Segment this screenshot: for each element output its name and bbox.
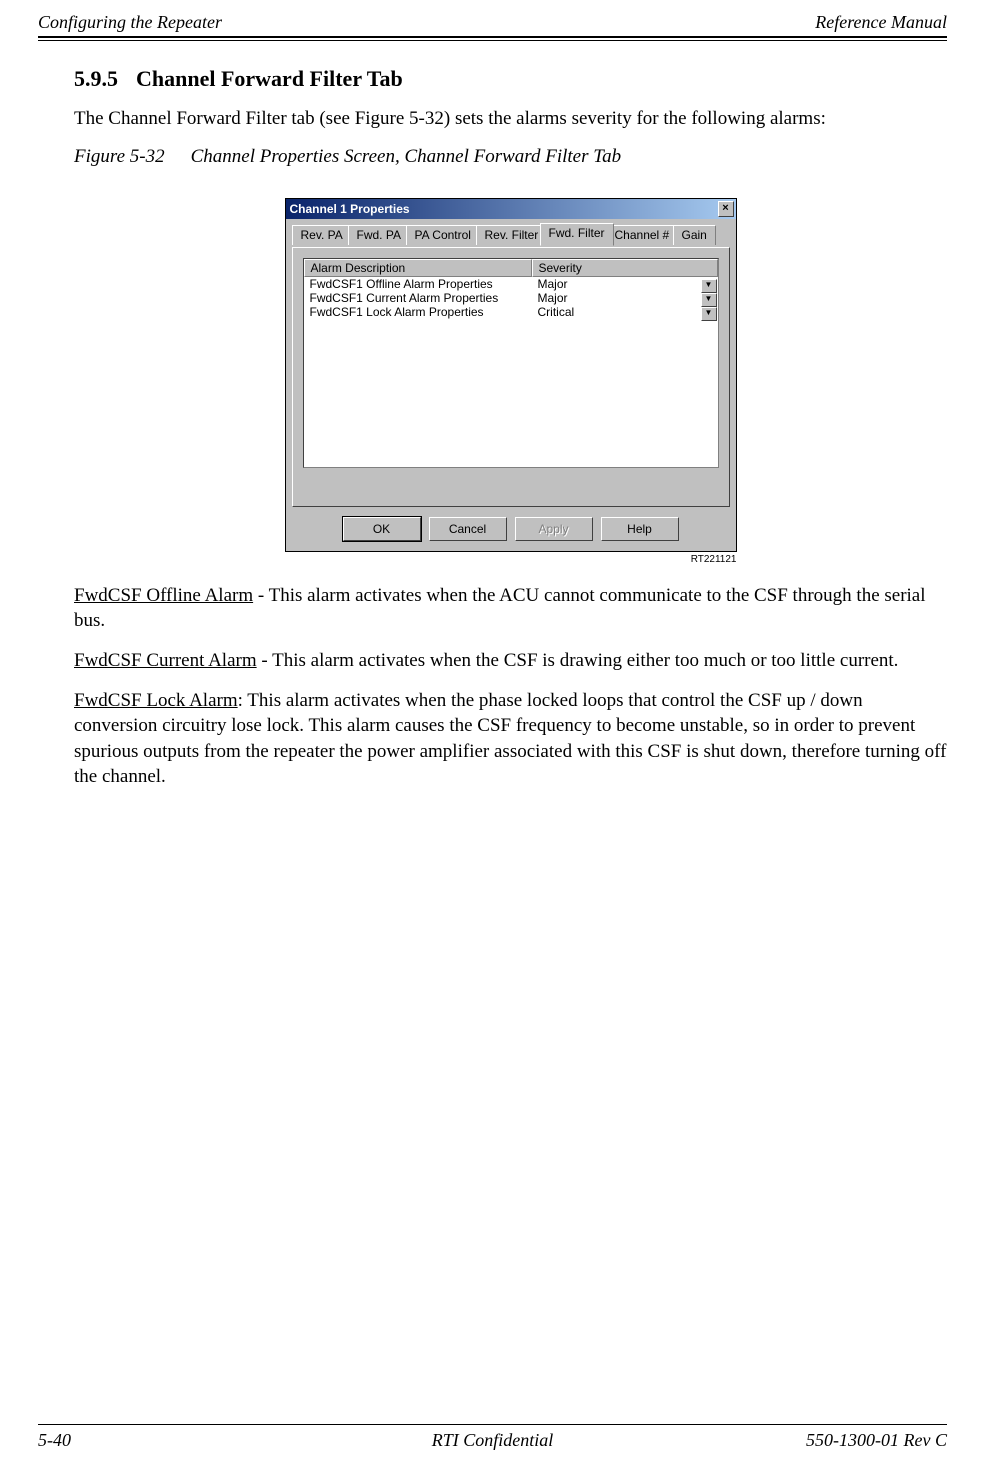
term-text: - This alarm activates when the CSF is d… <box>257 650 899 671</box>
list-item[interactable]: FwdCSF1 Offline Alarm Properties Major <box>304 277 718 291</box>
cancel-button[interactable]: Cancel <box>429 517 507 541</box>
dialog-title: Channel 1 Properties <box>290 202 410 216</box>
dialog-button-row: OK Cancel Apply Help <box>286 513 736 551</box>
cell-severity: Critical <box>538 305 718 319</box>
term-underline: FwdCSF Offline Alarm <box>74 585 253 606</box>
tab-label: Fwd. PA <box>357 228 401 242</box>
term-underline: FwdCSF Lock Alarm <box>74 690 238 711</box>
severity-dropdown-buttons: ▼ ▼ ▼ <box>701 279 717 321</box>
dialog-wrap: Channel 1 Properties × Rev. PA Fwd. PA P… <box>285 198 737 565</box>
chevron-down-icon[interactable]: ▼ <box>701 279 717 293</box>
cell-severity: Major <box>538 291 718 305</box>
header-right: Reference Manual <box>815 12 947 33</box>
tab-pa-control[interactable]: PA Control <box>406 225 480 245</box>
tab-gain[interactable]: Gain <box>673 225 716 245</box>
term-underline: FwdCSF Current Alarm <box>74 650 257 671</box>
col-header-description[interactable]: Alarm Description <box>304 259 532 277</box>
list-item[interactable]: FwdCSF1 Lock Alarm Properties Critical <box>304 305 718 319</box>
cell-description: FwdCSF1 Lock Alarm Properties <box>304 305 538 319</box>
figure-ref-label: RT221121 <box>285 554 737 565</box>
tab-strip: Rev. PA Fwd. PA PA Control Rev. Filter F… <box>292 225 730 247</box>
paragraph-lock-alarm: FwdCSF Lock Alarm: This alarm activates … <box>74 688 947 791</box>
header-left: Configuring the Repeater <box>38 12 222 33</box>
close-icon[interactable]: × <box>718 201 734 217</box>
figure-number: Figure 5-32 <box>74 146 165 168</box>
chevron-down-icon[interactable]: ▼ <box>701 293 717 307</box>
intro-paragraph: The Channel Forward Filter tab (see Figu… <box>74 106 947 132</box>
properties-dialog: Channel 1 Properties × Rev. PA Fwd. PA P… <box>285 198 737 552</box>
alarm-listbox[interactable]: Alarm Description Severity FwdCSF1 Offli… <box>303 258 719 468</box>
tab-channel-num[interactable]: Channel # <box>606 225 679 245</box>
chevron-down-icon[interactable]: ▼ <box>701 307 717 321</box>
tab-label: Fwd. Filter <box>549 226 605 240</box>
dialog-titlebar[interactable]: Channel 1 Properties × <box>286 199 736 219</box>
ok-button[interactable]: OK <box>343 517 421 541</box>
section-heading: 5.9.5 Channel Forward Filter Tab <box>74 66 947 92</box>
tab-label: Gain <box>682 228 707 242</box>
section-number: 5.9.5 <box>74 66 118 92</box>
tab-rev-filter[interactable]: Rev. Filter <box>476 225 548 245</box>
section-title: Channel Forward Filter Tab <box>136 66 403 91</box>
paragraph-current-alarm: FwdCSF Current Alarm - This alarm activa… <box>74 648 947 674</box>
figure-title: Channel Properties Screen, Channel Forwa… <box>191 146 621 167</box>
page-footer: 5-40 RTI Confidential 550-1300-01 Rev C <box>38 1430 947 1451</box>
page-content: 5.9.5 Channel Forward Filter Tab The Chan… <box>74 60 947 804</box>
paragraph-offline-alarm: FwdCSF Offline Alarm - This alarm activa… <box>74 583 947 634</box>
cell-severity: Major <box>538 277 718 291</box>
tab-label: PA Control <box>415 228 471 242</box>
col-header-severity[interactable]: Severity <box>532 259 718 277</box>
footer-rule <box>38 1424 947 1425</box>
tab-fwd-pa[interactable]: Fwd. PA <box>348 225 410 245</box>
header-rule <box>38 36 947 41</box>
figure-caption: Figure 5-32 Channel Properties Screen, Ch… <box>74 146 947 168</box>
help-button[interactable]: Help <box>601 517 679 541</box>
cell-description: FwdCSF1 Offline Alarm Properties <box>304 277 538 291</box>
tab-rev-pa[interactable]: Rev. PA <box>292 225 352 245</box>
tab-panel: Alarm Description Severity FwdCSF1 Offli… <box>292 247 730 507</box>
list-item[interactable]: FwdCSF1 Current Alarm Properties Major <box>304 291 718 305</box>
tab-label: Rev. Filter <box>485 228 539 242</box>
tab-fwd-filter[interactable]: Fwd. Filter <box>540 223 614 246</box>
tab-label: Channel # <box>615 228 670 242</box>
page-header: Configuring the Repeater Reference Manua… <box>38 12 947 33</box>
cell-description: FwdCSF1 Current Alarm Properties <box>304 291 538 305</box>
tab-label: Rev. PA <box>301 228 343 242</box>
apply-button: Apply <box>515 517 593 541</box>
list-header: Alarm Description Severity <box>304 259 718 277</box>
footer-center: RTI Confidential <box>38 1430 947 1451</box>
